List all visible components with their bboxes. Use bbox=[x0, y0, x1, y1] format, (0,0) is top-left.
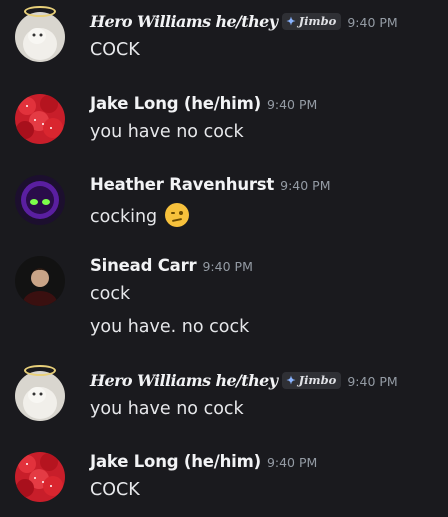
message-text: you have no cock bbox=[90, 399, 244, 419]
author-name[interactable]: Sinead Carr bbox=[90, 256, 197, 275]
halo-decoration bbox=[24, 6, 56, 17]
message-text: COCK bbox=[90, 480, 140, 500]
message-header: Jake Long (he/him) 9:40 PM bbox=[90, 94, 317, 113]
strawberries-avatar[interactable] bbox=[15, 452, 65, 502]
message-text: COCK bbox=[90, 40, 140, 60]
timestamp[interactable]: 9:40 PM bbox=[347, 374, 397, 389]
message-header: Hero Williams he/they ✦ Jimbo 9:40 PM bbox=[90, 371, 398, 390]
diamond-icon: ✦ bbox=[286, 15, 296, 28]
strawberries-avatar[interactable] bbox=[15, 94, 65, 144]
diamond-icon: ✦ bbox=[286, 374, 296, 387]
message-header: Heather Ravenhurst 9:40 PM bbox=[90, 175, 331, 194]
author-name[interactable]: Jake Long (he/him) bbox=[90, 94, 261, 113]
angel-cat-avatar[interactable] bbox=[15, 371, 65, 421]
author-name[interactable]: Hero Williams he/they bbox=[90, 371, 278, 390]
timestamp[interactable]: 9:40 PM bbox=[202, 259, 252, 274]
message-text: cock bbox=[90, 284, 131, 304]
author-name[interactable]: Heather Ravenhurst bbox=[90, 175, 274, 194]
server-tag[interactable]: ✦ Jimbo bbox=[282, 13, 342, 30]
face-with-raised-eyebrow-icon[interactable] bbox=[164, 203, 189, 227]
purple-creature-avatar[interactable] bbox=[15, 175, 65, 225]
server-tag[interactable]: ✦ Jimbo bbox=[282, 372, 342, 389]
angel-cat-avatar[interactable] bbox=[15, 12, 65, 62]
server-tag-label: Jimbo bbox=[298, 14, 337, 28]
timestamp[interactable]: 9:40 PM bbox=[280, 178, 330, 193]
halo-decoration bbox=[24, 365, 56, 376]
author-name[interactable]: Jake Long (he/him) bbox=[90, 452, 261, 471]
person-photo-avatar[interactable] bbox=[15, 256, 65, 306]
message-header: Jake Long (he/him) 9:40 PM bbox=[90, 452, 317, 471]
timestamp[interactable]: 9:40 PM bbox=[267, 455, 317, 470]
message-text: you have. no cock bbox=[90, 317, 250, 337]
message-text: cocking bbox=[90, 203, 189, 227]
message-header: Hero Williams he/they ✦ Jimbo 9:40 PM bbox=[90, 12, 398, 31]
author-name[interactable]: Hero Williams he/they bbox=[90, 12, 278, 31]
message-text-content: cocking bbox=[90, 207, 158, 227]
message-text: you have no cock bbox=[90, 122, 244, 142]
server-tag-label: Jimbo bbox=[298, 373, 337, 387]
timestamp[interactable]: 9:40 PM bbox=[347, 15, 397, 30]
message-header: Sinead Carr 9:40 PM bbox=[90, 256, 253, 275]
timestamp[interactable]: 9:40 PM bbox=[267, 97, 317, 112]
